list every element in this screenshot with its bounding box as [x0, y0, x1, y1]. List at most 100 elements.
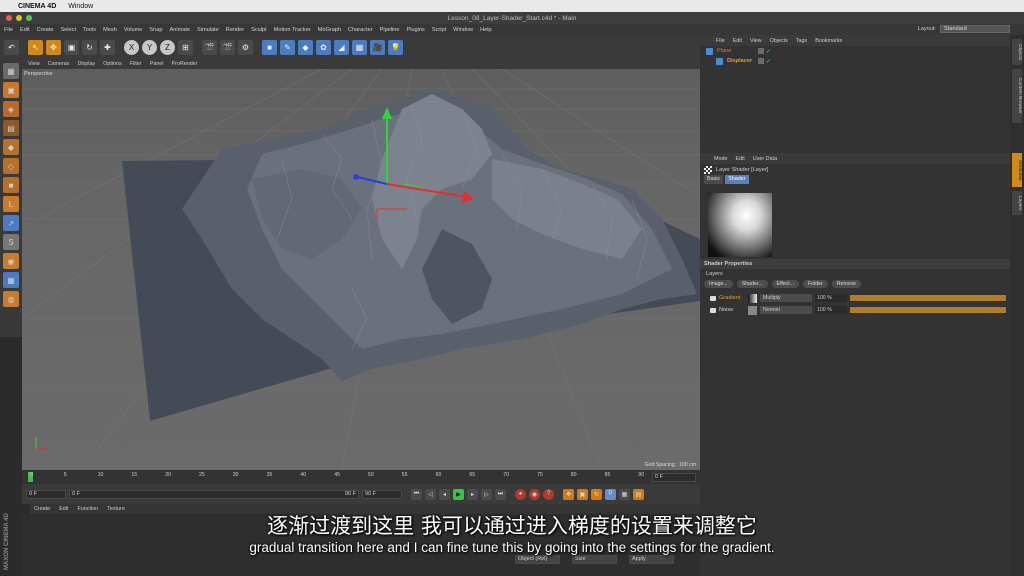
- menu-window[interactable]: Window: [453, 27, 473, 33]
- render-pv-icon[interactable]: 🎬: [220, 39, 235, 55]
- layer-opacity-field[interactable]: 100 %: [815, 294, 847, 302]
- layer-opacity-slider[interactable]: [850, 307, 1006, 313]
- image-button[interactable]: Image...: [704, 280, 733, 288]
- polygons-mode-icon[interactable]: ■: [3, 177, 19, 193]
- obj-menu-objects[interactable]: Objects: [770, 38, 788, 44]
- make-editable-icon[interactable]: ▦: [3, 63, 19, 79]
- render-view-icon[interactable]: 🎬: [202, 39, 217, 55]
- menu-tools[interactable]: Tools: [83, 27, 96, 33]
- attr-menu-user-data[interactable]: User Data: [753, 156, 777, 162]
- play-icon[interactable]: ▶: [453, 488, 464, 500]
- keyframe-selection-icon[interactable]: ?: [543, 488, 554, 500]
- light-icon[interactable]: 💡: [388, 39, 403, 55]
- x-axis-icon[interactable]: X: [124, 39, 139, 55]
- menu-volume[interactable]: Volume: [124, 27, 143, 33]
- attr-menu-mode[interactable]: Mode: [714, 156, 728, 162]
- menu-pipeline[interactable]: Pipeline: [380, 27, 400, 33]
- zoom-window-button[interactable]: [26, 15, 32, 21]
- tweak-icon[interactable]: ↗: [3, 215, 19, 231]
- pen-icon[interactable]: ✎: [280, 39, 295, 55]
- menu-plugins[interactable]: Plugins: [407, 27, 425, 33]
- close-window-button[interactable]: [6, 15, 12, 21]
- enabled-check-icon[interactable]: ✓: [766, 48, 771, 55]
- layer-row-gradient[interactable]: Gradient Multiply 100 %: [710, 293, 1006, 303]
- vp-menu-display[interactable]: Display: [77, 61, 95, 67]
- menu-mesh[interactable]: Mesh: [103, 27, 117, 33]
- tab-attributes[interactable]: Attributes: [1012, 153, 1022, 187]
- snap-icon[interactable]: S: [3, 234, 19, 250]
- layer-opacity-slider[interactable]: [850, 295, 1006, 301]
- menu-create[interactable]: Create: [37, 27, 54, 33]
- timeline-ruler[interactable]: 0 F 0 5 10 15 20 25 30 35 40 45 50 55 60 65 70 75 80 85 90: [22, 470, 700, 484]
- timeline-window-icon[interactable]: ▤: [633, 488, 644, 500]
- menu-character[interactable]: Character: [348, 27, 373, 33]
- next-key-icon[interactable]: ▷: [481, 488, 492, 500]
- rotation-key-icon[interactable]: ↻: [591, 488, 602, 500]
- autokey-icon[interactable]: ◉: [529, 488, 540, 500]
- menu-sculpt[interactable]: Sculpt: [251, 27, 267, 33]
- tab-layers[interactable]: Layers: [1012, 191, 1022, 215]
- end-frame-field[interactable]: 90 F: [362, 489, 402, 499]
- visibility-toggle[interactable]: [758, 48, 764, 54]
- add-icon[interactable]: ✚: [100, 39, 115, 55]
- y-axis-icon[interactable]: Y: [142, 39, 157, 55]
- obj-menu-file[interactable]: File: [716, 38, 725, 44]
- lock-workplane-icon[interactable]: ◉: [3, 253, 19, 269]
- mac-menu-window[interactable]: Window: [68, 3, 93, 10]
- axis-icon[interactable]: L: [3, 196, 19, 212]
- start-frame-field[interactable]: 0 F: [26, 489, 66, 499]
- param-key-icon[interactable]: P: [605, 488, 616, 500]
- scale-icon[interactable]: ▣: [64, 39, 79, 55]
- model-mode-icon[interactable]: ▣: [3, 82, 19, 98]
- object-plane[interactable]: Plane ✓: [700, 46, 1010, 56]
- perspective-viewport[interactable]: Perspective Grid Spacing : 100 cm ✥ ⟳ ⊕ …: [22, 69, 700, 470]
- scale-key-icon[interactable]: ▣: [577, 488, 588, 500]
- tab-basic[interactable]: Basic: [704, 175, 724, 184]
- shader-button[interactable]: Shader...: [736, 280, 768, 288]
- tab-content-browser[interactable]: Content Browser: [1012, 69, 1022, 123]
- vp-menu-cameras[interactable]: Cameras: [48, 61, 70, 67]
- tab-objects[interactable]: Objects: [1012, 39, 1022, 65]
- layout-dropdown[interactable]: Standard: [940, 25, 1010, 33]
- position-key-icon[interactable]: ✥: [563, 488, 574, 500]
- coord-icon[interactable]: ⊞: [178, 39, 193, 55]
- obj-menu-edit[interactable]: Edit: [733, 38, 742, 44]
- menu-file[interactable]: File: [4, 27, 13, 33]
- point-level-icon[interactable]: ▦: [619, 488, 630, 500]
- texture-mode-icon[interactable]: ◈: [3, 101, 19, 117]
- timeline-end-frame[interactable]: 0 F: [652, 473, 696, 482]
- select-icon[interactable]: ↖: [28, 39, 43, 55]
- tab-shader[interactable]: Shader: [725, 175, 749, 184]
- enabled-check-icon[interactable]: ✓: [766, 58, 771, 65]
- undo-icon[interactable]: ↶: [4, 39, 19, 55]
- layer-opacity-field[interactable]: 100 %: [815, 306, 847, 314]
- vp-menu-filter[interactable]: Filter: [130, 61, 142, 67]
- coord-mode-dropdown[interactable]: Object (Rel): [515, 555, 560, 564]
- obj-menu-bookmarks[interactable]: Bookmarks: [815, 38, 842, 44]
- array-icon[interactable]: ✿: [316, 39, 331, 55]
- blend-mode-dropdown[interactable]: Multiply: [760, 294, 812, 302]
- edges-mode-icon[interactable]: ◇: [3, 158, 19, 174]
- rotate-icon[interactable]: ↻: [82, 39, 97, 55]
- vp-menu-prorender[interactable]: ProRender: [172, 61, 198, 67]
- obj-menu-tags[interactable]: Tags: [796, 38, 807, 44]
- app-name[interactable]: CINEMA 4D: [18, 3, 56, 10]
- deformer-icon[interactable]: ◢: [334, 39, 349, 55]
- obj-menu-view[interactable]: View: [750, 38, 762, 44]
- blend-mode-dropdown[interactable]: Normal: [760, 306, 812, 314]
- floor-icon[interactable]: ▦: [352, 39, 367, 55]
- points-mode-icon[interactable]: ◆: [3, 139, 19, 155]
- vp-menu-view[interactable]: View: [28, 61, 40, 67]
- vp-menu-panel[interactable]: Panel: [150, 61, 164, 67]
- move-icon[interactable]: ✥: [46, 39, 61, 55]
- menu-help[interactable]: Help: [480, 27, 492, 33]
- render-settings-icon[interactable]: ⚙: [238, 39, 253, 55]
- step-back-icon[interactable]: ◂: [439, 488, 450, 500]
- coord-size-dropdown[interactable]: Size: [572, 555, 617, 564]
- z-axis-icon[interactable]: Z: [160, 39, 175, 55]
- step-forward-icon[interactable]: ▸: [467, 488, 478, 500]
- effect-button[interactable]: Effect...: [771, 280, 800, 288]
- attr-menu-edit[interactable]: Edit: [736, 156, 745, 162]
- menu-simulate[interactable]: Simulate: [197, 27, 219, 33]
- menu-render[interactable]: Render: [226, 27, 244, 33]
